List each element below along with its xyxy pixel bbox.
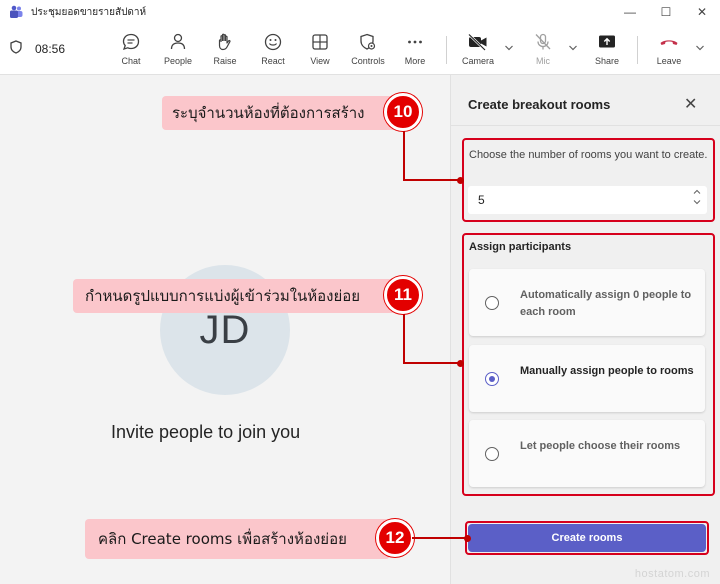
annotation-dot xyxy=(457,177,464,184)
smile-icon xyxy=(264,33,282,51)
camera-off-icon xyxy=(468,33,487,51)
view-button[interactable]: View xyxy=(295,32,345,66)
more-dots-icon xyxy=(408,40,422,44)
annotation-badge-11: 11 xyxy=(384,276,422,314)
raise-hand-button[interactable]: Raise xyxy=(200,32,250,66)
meeting-toolbar: 08:56 Chat People Raise React View Contr… xyxy=(0,24,720,75)
phone-hangup-icon xyxy=(660,40,678,45)
react-button[interactable]: React xyxy=(248,32,298,66)
rooms-count-input[interactable]: 5 xyxy=(468,186,707,214)
annotation-dot xyxy=(464,535,471,542)
view-label: View xyxy=(310,56,330,66)
annotation-callout-12: คลิก Create rooms เพื่อสร้างห้องย่อย xyxy=(85,519,390,559)
window-title: ประชุมยอดขายรายสัปดาห์ xyxy=(31,6,147,18)
chevron-up-icon[interactable] xyxy=(693,189,701,199)
meeting-timer: 08:56 xyxy=(10,40,65,57)
meeting-stage: JD Invite people to join you xyxy=(0,75,450,584)
mic-label: Mic xyxy=(536,56,550,66)
rooms-count-stepper[interactable] xyxy=(693,189,701,209)
close-icon: ✕ xyxy=(684,96,698,113)
timer-text: 08:56 xyxy=(35,41,66,56)
chat-icon xyxy=(122,33,140,51)
option-manual-assign[interactable]: Manually assign people to rooms xyxy=(469,345,705,412)
minimize-button[interactable]: — xyxy=(612,0,648,24)
option-label: Automatically assign 0 people to each ro… xyxy=(520,289,692,318)
option-auto-assign[interactable]: Automatically assign 0 people to each ro… xyxy=(469,269,705,336)
annotation-badge-12: 12 xyxy=(376,519,414,557)
raise-label: Raise xyxy=(213,56,237,66)
radio-let-people-choose[interactable] xyxy=(485,447,499,461)
panel-divider xyxy=(451,125,720,126)
chevron-down-icon[interactable] xyxy=(693,199,701,209)
option-label: Let people choose their rooms xyxy=(520,440,681,452)
annotation-connector xyxy=(403,314,405,364)
controls-label: Controls xyxy=(351,56,385,66)
chat-label: Chat xyxy=(121,56,141,66)
title-bar: ประชุมยอดขายรายสัปดาห์ — ☐ ✕ xyxy=(0,0,720,24)
radio-auto-assign[interactable] xyxy=(485,296,499,310)
people-icon xyxy=(170,33,186,50)
radio-manual-assign[interactable] xyxy=(485,372,499,386)
watermark: hostatom.com xyxy=(634,568,710,580)
mic-options-chevron-icon[interactable] xyxy=(568,44,578,55)
panel-title: Create breakout rooms xyxy=(468,97,611,112)
annotation-badge-10: 10 xyxy=(384,93,422,131)
close-panel-button[interactable]: ✕ xyxy=(684,94,697,114)
annotation-text: ระบุจำนวนห้องที่ต้องการสร้าง xyxy=(172,104,365,122)
close-window-button[interactable]: ✕ xyxy=(684,0,720,24)
assign-participants-label: Assign participants xyxy=(469,241,572,253)
controls-button[interactable]: Controls xyxy=(343,32,393,66)
rooms-count-value: 5 xyxy=(478,193,485,207)
option-label: Manually assign people to rooms xyxy=(520,365,694,377)
people-label: People xyxy=(163,56,193,66)
option-let-people-choose[interactable]: Let people choose their rooms xyxy=(469,420,705,487)
toolbar-divider xyxy=(446,36,447,64)
invite-prompt: Invite people to join you xyxy=(111,422,301,442)
shield-gear-icon xyxy=(360,33,376,50)
share-icon xyxy=(599,35,615,48)
breakout-rooms-panel: Create breakout rooms ✕ Choose the numbe… xyxy=(450,75,720,584)
mic-off-icon xyxy=(535,33,551,50)
annotation-callout-11: กำหนดรูปแบบการแบ่งผู้เข้าร่วมในห้องย่อย xyxy=(73,279,398,313)
rooms-count-label: Choose the number of rooms you want to c… xyxy=(469,149,708,161)
camera-button[interactable]: Camera xyxy=(453,32,503,66)
mic-button[interactable]: Mic xyxy=(518,32,568,66)
annotation-text: กำหนดรูปแบบการแบ่งผู้เข้าร่วมในห้องย่อย xyxy=(85,287,361,305)
shield-icon xyxy=(10,40,22,57)
more-button[interactable]: More xyxy=(390,32,440,66)
leave-button[interactable]: Leave xyxy=(644,32,694,66)
react-label: React xyxy=(261,56,285,66)
more-label: More xyxy=(404,56,426,66)
chat-button[interactable]: Chat xyxy=(106,32,156,66)
toolbar-divider xyxy=(637,36,638,64)
annotation-connector xyxy=(403,131,405,181)
people-button[interactable]: People xyxy=(153,32,203,66)
camera-label: Camera xyxy=(461,56,494,66)
annotation-connector xyxy=(403,362,461,364)
annotation-connector xyxy=(412,537,466,539)
leave-options-chevron-icon[interactable] xyxy=(695,44,705,55)
maximize-button[interactable]: ☐ xyxy=(648,0,684,24)
annotation-dot xyxy=(457,360,464,367)
share-label: Share xyxy=(594,56,620,66)
teams-logo-icon xyxy=(9,5,23,19)
view-grid-icon xyxy=(312,34,328,50)
camera-options-chevron-icon[interactable] xyxy=(504,44,514,55)
share-button[interactable]: Share xyxy=(582,32,632,66)
annotation-callout-10: ระบุจำนวนห้องที่ต้องการสร้าง xyxy=(162,96,398,130)
leave-label: Leave xyxy=(656,56,682,66)
hand-icon xyxy=(218,33,231,51)
annotation-connector xyxy=(403,179,461,181)
create-rooms-button[interactable]: Create rooms xyxy=(468,524,706,552)
annotation-text: คลิก Create rooms เพื่อสร้างห้องย่อย xyxy=(98,530,347,548)
